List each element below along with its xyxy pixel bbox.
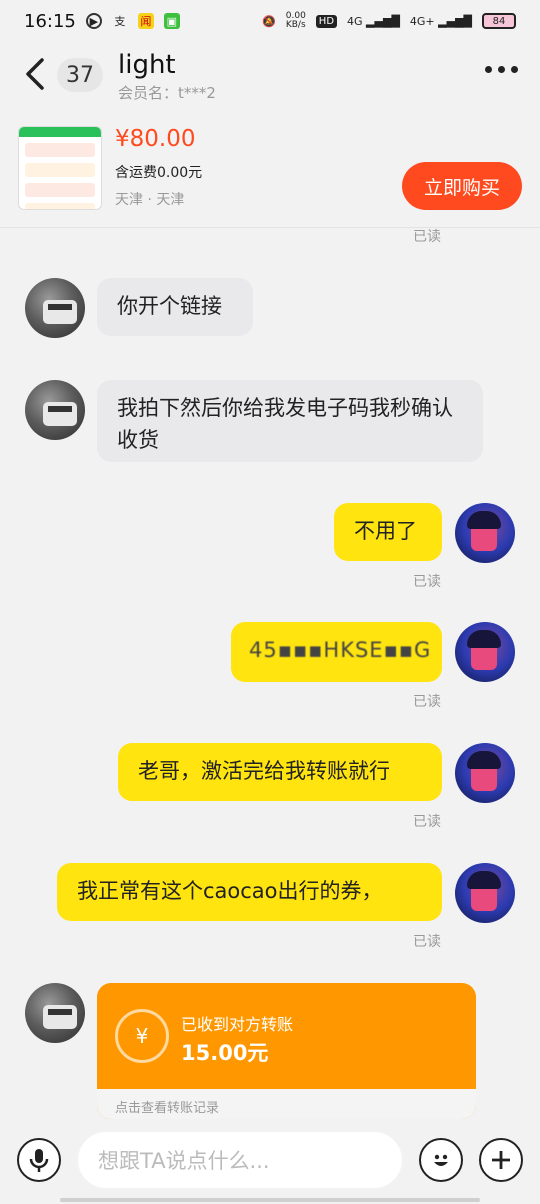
network-speed: 0.00 KB/s: [285, 11, 306, 30]
read-receipt: 已读: [413, 814, 441, 830]
video-app-icon: ▶: [85, 13, 102, 29]
signal-icon-2: 4G+ ▂▄▆█: [409, 14, 472, 28]
message-bubble[interactable]: 不用了: [334, 503, 442, 561]
my-avatar[interactable]: [455, 863, 515, 923]
voice-button[interactable]: [17, 1138, 61, 1182]
message-input[interactable]: 想跟TA说点什么...: [78, 1132, 402, 1188]
chat-header: 37 light 会员名：t***2: [0, 42, 540, 110]
news-app-icon: 闻: [137, 13, 154, 29]
hd-badge: HD: [315, 14, 338, 28]
message-bubble[interactable]: 你开个链接: [97, 278, 253, 336]
shipping-info: 含运费0.00元: [115, 165, 203, 181]
buy-now-button[interactable]: 立即购买: [402, 162, 522, 210]
game-app-icon: ▣: [163, 13, 180, 29]
product-location: 天津 · 天津: [115, 192, 185, 208]
status-time: 16:15: [24, 10, 76, 32]
my-avatar[interactable]: [455, 622, 515, 682]
unread-count-badge[interactable]: 37: [57, 58, 103, 92]
my-avatar[interactable]: [455, 743, 515, 803]
read-receipt: 已读: [413, 574, 441, 590]
read-receipt: 已读: [413, 229, 441, 245]
read-receipt: 已读: [413, 694, 441, 710]
message-bubble[interactable]: 老哥，激活完给我转账就行: [118, 743, 442, 801]
contact-avatar[interactable]: [25, 983, 85, 1043]
home-indicator: [60, 1198, 480, 1202]
message-bubble[interactable]: 我正常有这个caocao出行的券，: [57, 863, 442, 921]
transfer-coin-icon: ¥: [115, 1009, 169, 1063]
my-avatar[interactable]: [455, 503, 515, 563]
emoji-button[interactable]: [419, 1138, 463, 1182]
microphone-icon: [29, 1149, 49, 1172]
alipay-icon: 支: [114, 15, 126, 28]
battery-icon: 84: [482, 13, 516, 29]
message-bubble[interactable]: 我拍下然后你给我发电子码我秒确认收货: [97, 380, 483, 462]
signal-icon-1: 4G ▂▄▆█: [347, 14, 400, 28]
member-name: 会员名：t***2: [118, 84, 216, 102]
contact-name: light: [118, 50, 176, 80]
status-bar: 16:15 ▶ 支 闻 ▣ 🔕 0.00 KB/s HD 4G ▂▄▆█ 4G+…: [0, 0, 540, 42]
emoji-icon: [434, 1154, 448, 1166]
transfer-status: 已收到对方转账: [181, 1015, 294, 1034]
contact-avatar[interactable]: [25, 380, 85, 440]
redacted-code: 45▪▪▪HKSE▪▪G: [249, 638, 432, 662]
transfer-record-link[interactable]: 点击查看转账记录: [97, 1089, 476, 1119]
transfer-amount: 15.00元: [181, 1041, 269, 1065]
input-bar: 想跟TA说点什么...: [0, 1120, 540, 1204]
contact-avatar[interactable]: [25, 278, 85, 338]
transfer-card[interactable]: ¥ 已收到对方转账 15.00元 点击查看转账记录: [97, 983, 476, 1119]
read-receipt: 已读: [413, 934, 441, 950]
product-price: ¥80.00: [115, 126, 196, 152]
more-options-icon[interactable]: [485, 66, 518, 73]
plus-icon: [492, 1151, 510, 1169]
product-card[interactable]: ¥80.00 含运费0.00元 天津 · 天津 立即购买: [0, 118, 540, 228]
add-attachment-button[interactable]: [479, 1138, 523, 1182]
product-thumbnail[interactable]: [18, 126, 102, 210]
back-arrow-icon[interactable]: [22, 56, 50, 92]
message-bubble[interactable]: 45▪▪▪HKSE▪▪G: [231, 622, 442, 682]
mute-icon: 🔕: [262, 14, 276, 28]
